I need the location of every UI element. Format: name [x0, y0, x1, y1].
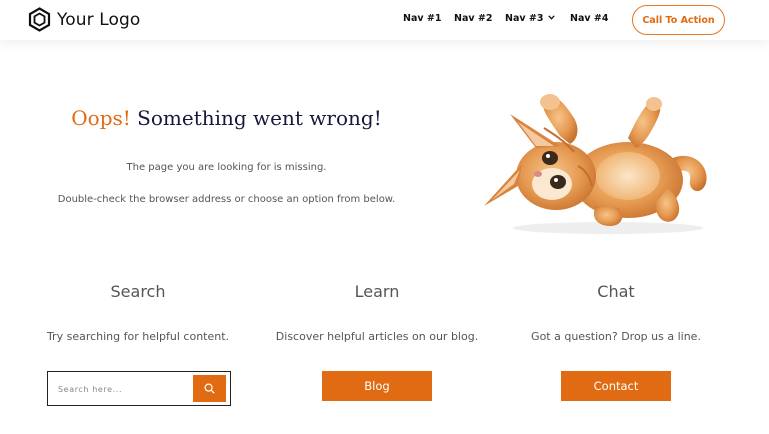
- search-icon: [204, 383, 215, 394]
- logo-text: Your Logo: [57, 9, 141, 30]
- logo[interactable]: Your Logo: [28, 7, 140, 32]
- hexagon-logo-icon: [28, 7, 51, 32]
- search-section-description: Try searching for helpful content.: [46, 330, 230, 343]
- search-section-title: Search: [110, 282, 166, 301]
- title-rest: Something went wrong!: [137, 106, 382, 130]
- chat-section-title: Chat: [597, 282, 635, 301]
- search-input[interactable]: [58, 380, 188, 398]
- nav-item-2[interactable]: Nav #2: [454, 13, 492, 24]
- site-header: Your Logo Nav #1 Nav #2 Nav #3 Nav #4 Ca…: [0, 0, 769, 40]
- hero-message-2: Double-check the browser address or choo…: [57, 194, 396, 205]
- hero-message-1: The page you are looking for is missing.: [126, 162, 327, 173]
- search-form: [47, 371, 231, 406]
- blog-button[interactable]: Blog: [322, 371, 432, 401]
- chat-section-description: Got a question? Drop us a line.: [531, 330, 701, 343]
- nav-item-3-label: Nav #3: [505, 13, 544, 24]
- nav-item-4[interactable]: Nav #4: [570, 13, 608, 24]
- learn-section-title: Learn: [354, 282, 400, 301]
- nav-item-3[interactable]: Nav #3: [505, 13, 556, 24]
- kitten-image: [484, 94, 707, 234]
- page-title: Oops! Something went wrong!: [0, 106, 453, 130]
- nav-item-1[interactable]: Nav #1: [403, 13, 441, 24]
- chevron-down-icon: [548, 15, 556, 20]
- title-accent: Oops!: [71, 106, 131, 130]
- search-button[interactable]: [193, 375, 226, 402]
- call-to-action-button[interactable]: Call To Action: [632, 5, 725, 35]
- contact-button[interactable]: Contact: [561, 371, 671, 401]
- learn-section-description: Discover helpful articles on our blog.: [275, 330, 479, 343]
